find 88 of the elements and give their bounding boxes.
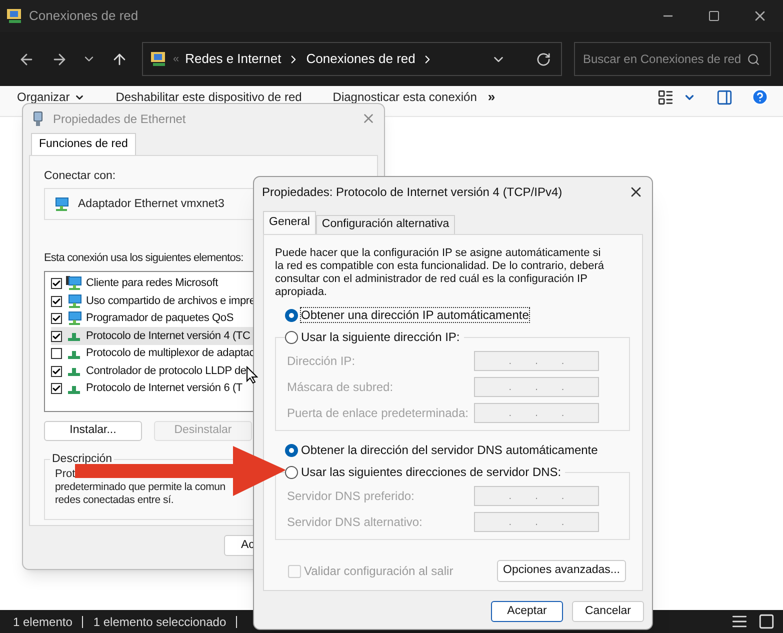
tab[interactable]: General — [263, 211, 316, 234]
field-label: Servidor DNS alternativo: — [287, 514, 422, 531]
list-label: Esta conexión usa los siguientes elementos: — [44, 251, 244, 266]
network-protocol-icon — [67, 365, 81, 377]
checkbox[interactable] — [51, 383, 62, 394]
octet-separator: . — [508, 490, 512, 504]
search-input[interactable]: Buscar en Conexiones de red — [583, 50, 747, 68]
checkbox-label: Validar configuración al salir — [304, 563, 454, 580]
field-label: Puerta de enlace predeterminada: — [287, 405, 468, 422]
radio-button[interactable] — [285, 444, 298, 456]
network-computer-icon — [53, 196, 69, 212]
network-service-icon — [66, 311, 82, 326]
intro-text: Puede hacer que la configuración IP se asigne automáticamente si la red es compatible con esta funcionalidad. De lo contrario, deberá consultar con el administrador de red cuál es la configuración IP apropiada. — [275, 247, 605, 299]
advanced-options-button[interactable]: Opciones avanzadas... — [497, 560, 626, 582]
octet-separator: . — [561, 516, 564, 530]
toolbar-button[interactable]: Organizar — [17, 88, 85, 106]
maximize-icon — [708, 10, 720, 22]
preview-pane-icon[interactable] — [716, 88, 733, 106]
network-adapter-icon — [32, 110, 44, 126]
breadcrumb-item[interactable]: Redes e Internet — [185, 49, 282, 69]
field-label: Conectar con: — [44, 169, 117, 184]
checkbox[interactable] — [51, 366, 62, 376]
network-computer-icon — [66, 276, 82, 291]
radio-button[interactable] — [285, 330, 298, 344]
toolbar-button[interactable]: Diagnosticar esta conexión — [332, 88, 477, 106]
mouse-cursor-icon — [246, 366, 258, 384]
adapter-name: Adaptador Ethernet vmxnet3 — [78, 196, 224, 212]
radio-label: Obtener la dirección del servidor DNS automáticamente — [301, 443, 598, 457]
dialog-button[interactable]: Cancelar — [572, 601, 644, 622]
dialog-title: Propiedades de Ethernet — [53, 110, 186, 128]
large-icons-view-icon[interactable] — [758, 613, 775, 630]
group-title: Descripción — [50, 452, 114, 466]
octet-separator: . — [535, 354, 538, 368]
octet-separator: . — [561, 380, 564, 394]
field-label: Dirección IP: — [287, 353, 356, 370]
item-label: Controlador de protocolo LLDP de — [86, 364, 246, 379]
octet-separator: . — [535, 380, 538, 394]
description-text: Prot — [55, 468, 76, 481]
item-label: Protocolo de Internet versión 6 (T — [86, 381, 242, 396]
dialog-title: Propiedades: Protocolo de Internet versión 4 (TCP/IPv4) — [262, 184, 562, 201]
network-service-icon — [66, 294, 82, 308]
checkbox[interactable] — [51, 348, 62, 359]
radio-button[interactable] — [285, 466, 298, 478]
octet-separator: . — [508, 406, 512, 420]
field-label: Máscara de subred: — [287, 379, 394, 396]
network-folder-icon — [151, 51, 167, 67]
breadcrumb-overflow[interactable]: « — [173, 50, 180, 68]
refresh-icon[interactable] — [536, 52, 551, 66]
breadcrumb-item[interactable]: Conexiones de red — [306, 49, 416, 69]
help-icon[interactable] — [751, 88, 769, 106]
octet-separator: . — [561, 354, 564, 368]
dialog-button[interactable]: Instalar... — [44, 420, 142, 441]
item-label: Protocolo de multiplexor de adaptac — [86, 346, 254, 362]
tab[interactable]: Configuración alternativa — [316, 215, 456, 234]
radio-label: Usar las siguientes direcciones de servidor DNS: — [301, 465, 562, 479]
status-text: 1 elemento — [13, 614, 72, 630]
tab[interactable]: Funciones de red — [31, 133, 136, 155]
search-field[interactable]: Buscar en Conexiones de red — [574, 42, 771, 76]
octet-separator: . — [561, 406, 564, 420]
network-protocol-icon — [67, 330, 81, 342]
search-icon — [747, 52, 760, 66]
checkbox[interactable] — [51, 330, 62, 342]
checkbox[interactable] — [51, 278, 62, 289]
checkbox[interactable] — [51, 296, 62, 306]
address-bar[interactable]: « Redes e Internet Conexiones de red — [142, 42, 562, 76]
octet-separator: . — [561, 490, 564, 504]
octet-separator: . — [535, 406, 538, 420]
view-options-icon[interactable] — [657, 88, 674, 106]
checkbox[interactable] — [51, 313, 62, 324]
octet-separator: . — [508, 354, 512, 368]
radio-button[interactable] — [285, 308, 298, 322]
description-text: predeterminado que permite la comun redes conectadas entre sí. — [55, 480, 226, 507]
octet-separator: . — [535, 516, 538, 530]
field-label: Servidor DNS preferido: — [287, 488, 414, 505]
item-label: Cliente para redes Microsoft — [86, 276, 218, 292]
octet-separator: . — [535, 490, 538, 504]
dialog-button[interactable]: Aceptar — [491, 601, 563, 622]
window-title: Conexiones de red — [29, 7, 138, 26]
item-label: Programador de paquetes QoS — [86, 311, 234, 326]
details-view-icon[interactable] — [731, 613, 748, 630]
octet-separator: . — [508, 380, 512, 394]
more-commands-button[interactable]: » — [488, 87, 496, 107]
status-text: 1 elemento seleccionado — [93, 614, 226, 630]
octet-separator: . — [508, 516, 512, 530]
radio-label: Obtener una dirección IP automáticamente — [301, 308, 529, 322]
item-label: Protocolo de Internet versión 4 (TC — [86, 328, 250, 344]
toolbar-button[interactable]: Deshabilitar este dispositivo de red — [116, 88, 302, 106]
network-folder-icon — [7, 8, 23, 24]
